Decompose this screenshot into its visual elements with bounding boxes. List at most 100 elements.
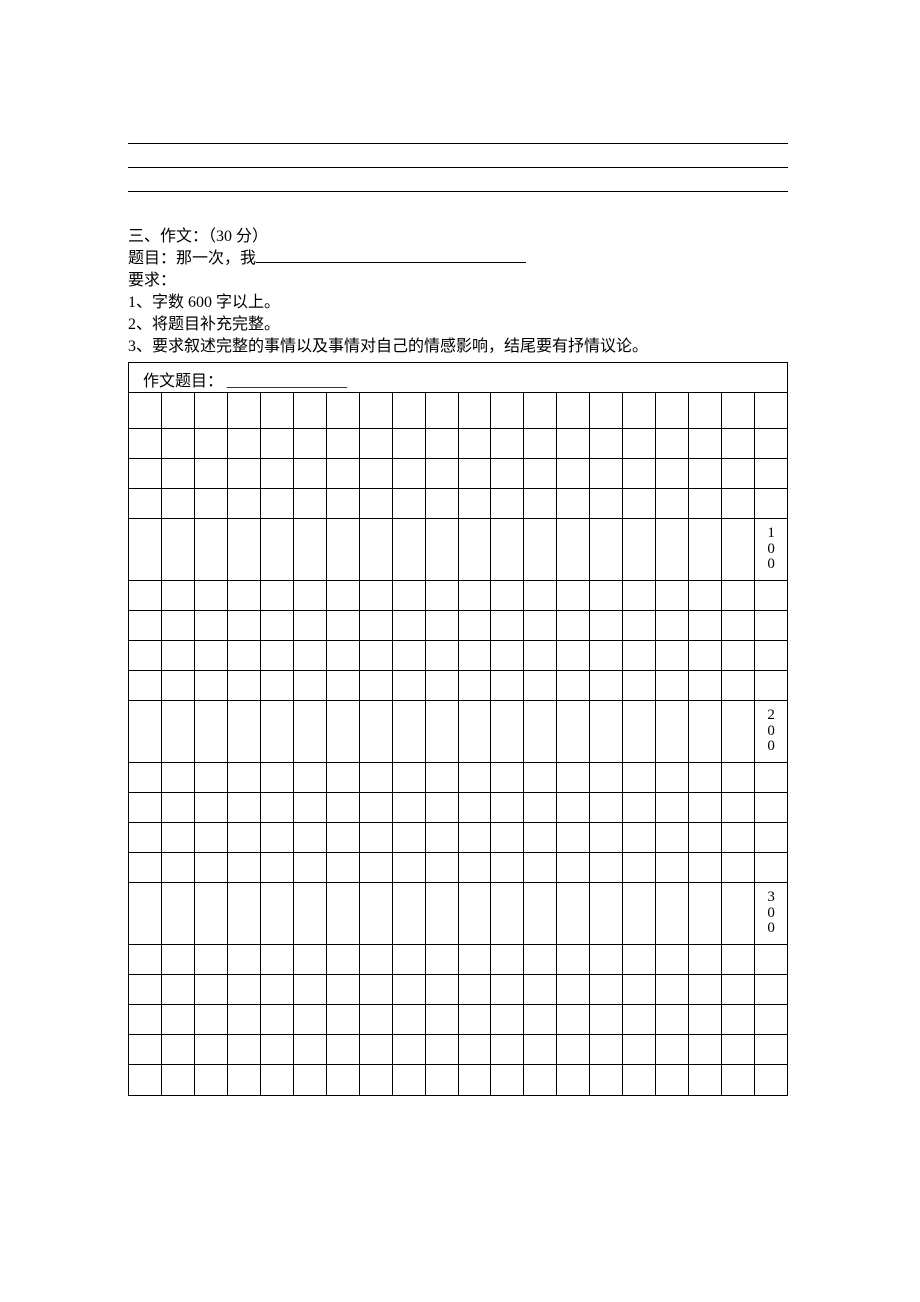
- grid-cell[interactable]: [459, 1005, 492, 1034]
- grid-cell[interactable]: [590, 489, 623, 518]
- grid-cell[interactable]: [195, 393, 228, 428]
- grid-cell[interactable]: [228, 671, 261, 700]
- grid-cell[interactable]: [459, 763, 492, 792]
- grid-cell[interactable]: [557, 853, 590, 882]
- grid-cell[interactable]: [162, 393, 195, 428]
- grid-cell[interactable]: [360, 763, 393, 792]
- grid-cell[interactable]: [623, 671, 656, 700]
- grid-cell[interactable]: [557, 701, 590, 762]
- grid-cell[interactable]: [524, 975, 557, 1004]
- grid-cell[interactable]: [195, 975, 228, 1004]
- grid-cell[interactable]: [261, 1005, 294, 1034]
- grid-cell[interactable]: [360, 489, 393, 518]
- grid-cell[interactable]: [426, 701, 459, 762]
- grid-cell[interactable]: [195, 429, 228, 458]
- grid-cell[interactable]: [327, 393, 360, 428]
- grid-cell[interactable]: [195, 763, 228, 792]
- grid-cell[interactable]: [426, 1005, 459, 1034]
- grid-cell[interactable]: [623, 519, 656, 580]
- grid-cell[interactable]: [623, 763, 656, 792]
- grid-cell[interactable]: [459, 945, 492, 974]
- grid-cell[interactable]: [129, 671, 162, 700]
- grid-cell[interactable]: [656, 975, 689, 1004]
- grid-cell[interactable]: [327, 459, 360, 488]
- grid-cell[interactable]: [557, 763, 590, 792]
- grid-cell[interactable]: [162, 459, 195, 488]
- grid-cell[interactable]: [426, 1065, 459, 1095]
- grid-cell[interactable]: [327, 1065, 360, 1095]
- grid-cell[interactable]: [491, 701, 524, 762]
- grid-cell[interactable]: [656, 853, 689, 882]
- grid-cell[interactable]: [129, 459, 162, 488]
- grid-cell[interactable]: [755, 1065, 787, 1095]
- grid-cell[interactable]: [195, 671, 228, 700]
- grid-cell[interactable]: [294, 459, 327, 488]
- grid-cell[interactable]: [228, 701, 261, 762]
- grid-cell[interactable]: [162, 1005, 195, 1034]
- grid-cell[interactable]: [524, 489, 557, 518]
- blank-line[interactable]: [128, 144, 788, 168]
- grid-cell[interactable]: [590, 793, 623, 822]
- grid-cell[interactable]: [294, 611, 327, 640]
- grid-cell[interactable]: [590, 701, 623, 762]
- grid-cell[interactable]: [129, 393, 162, 428]
- grid-cell[interactable]: [755, 489, 787, 518]
- grid-cell[interactable]: [524, 793, 557, 822]
- grid-cell[interactable]: [557, 1035, 590, 1064]
- grid-cell[interactable]: [195, 1065, 228, 1095]
- grid-cell[interactable]: [261, 763, 294, 792]
- grid-cell[interactable]: [327, 883, 360, 944]
- grid-cell[interactable]: [491, 793, 524, 822]
- grid-cell[interactable]: [162, 671, 195, 700]
- grid-cell[interactable]: [459, 823, 492, 852]
- grid-cell[interactable]: [261, 975, 294, 1004]
- grid-cell[interactable]: [327, 793, 360, 822]
- grid-cell[interactable]: [459, 393, 492, 428]
- grid-cell[interactable]: [228, 429, 261, 458]
- grid-cell[interactable]: [228, 1035, 261, 1064]
- grid-cell[interactable]: [294, 1005, 327, 1034]
- grid-cell[interactable]: [524, 1005, 557, 1034]
- grid-cell[interactable]: [722, 459, 755, 488]
- grid-cell[interactable]: [162, 611, 195, 640]
- grid-cell[interactable]: [524, 641, 557, 670]
- grid-cell[interactable]: [459, 519, 492, 580]
- grid-cell[interactable]: [360, 945, 393, 974]
- grid-cell[interactable]: [129, 853, 162, 882]
- grid-cell[interactable]: [426, 793, 459, 822]
- grid-cell[interactable]: [327, 1005, 360, 1034]
- grid-cell[interactable]: [360, 459, 393, 488]
- grid-cell[interactable]: [162, 853, 195, 882]
- grid-cell[interactable]: [261, 393, 294, 428]
- grid-cell[interactable]: [129, 1035, 162, 1064]
- grid-cell[interactable]: [524, 1065, 557, 1095]
- grid-cell[interactable]: [459, 883, 492, 944]
- grid-cell[interactable]: [393, 489, 426, 518]
- grid-cell[interactable]: [426, 611, 459, 640]
- grid-cell[interactable]: [228, 641, 261, 670]
- grid-cell[interactable]: [294, 883, 327, 944]
- grid-cell[interactable]: [491, 641, 524, 670]
- grid-cell[interactable]: [689, 581, 722, 610]
- grid-cell[interactable]: [656, 459, 689, 488]
- grid-cell[interactable]: [393, 459, 426, 488]
- grid-cell[interactable]: [228, 581, 261, 610]
- grid-cell[interactable]: [557, 1005, 590, 1034]
- grid-cell[interactable]: [327, 823, 360, 852]
- grid-cell[interactable]: [755, 823, 787, 852]
- grid-cell[interactable]: [524, 611, 557, 640]
- grid-cell[interactable]: [491, 945, 524, 974]
- grid-cell[interactable]: [228, 1065, 261, 1095]
- prompt-fill-blank[interactable]: [256, 262, 526, 263]
- grid-cell[interactable]: [294, 489, 327, 518]
- grid-cell[interactable]: [557, 429, 590, 458]
- grid-cell[interactable]: [656, 393, 689, 428]
- grid-cell[interactable]: [261, 823, 294, 852]
- grid-cell[interactable]: [557, 1065, 590, 1095]
- grid-cell[interactable]: [623, 429, 656, 458]
- grid-cell[interactable]: [557, 519, 590, 580]
- grid-cell[interactable]: [393, 671, 426, 700]
- grid-cell[interactable]: [656, 793, 689, 822]
- grid-cell[interactable]: [491, 1005, 524, 1034]
- grid-cell[interactable]: [689, 489, 722, 518]
